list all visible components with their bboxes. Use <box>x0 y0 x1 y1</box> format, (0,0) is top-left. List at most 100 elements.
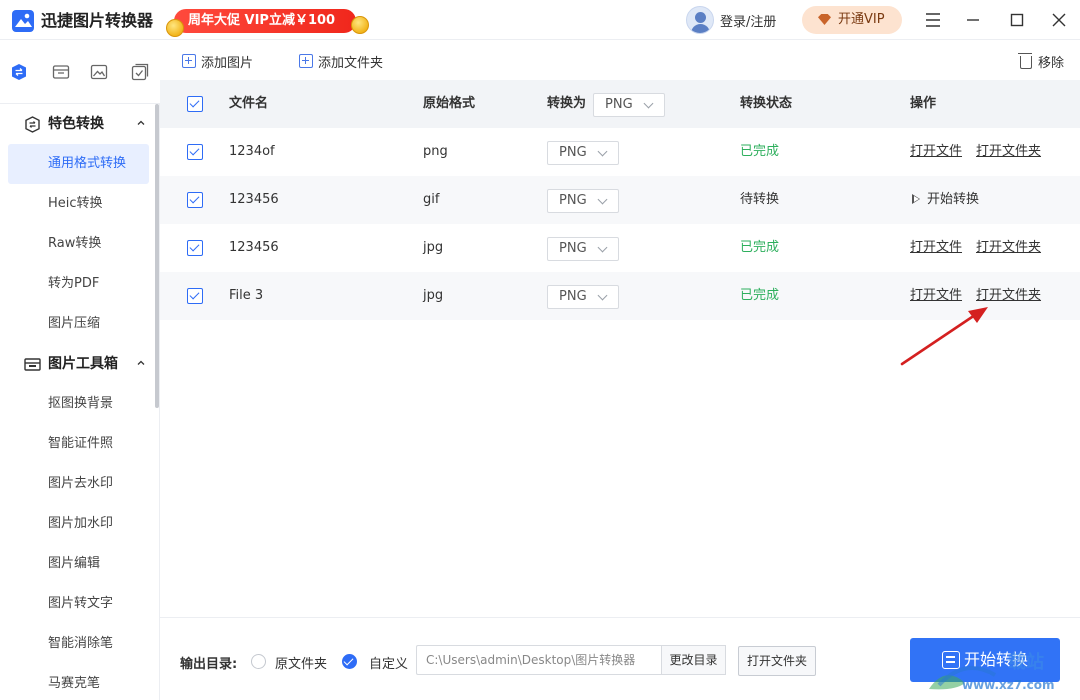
header-filename: 文件名 <box>229 96 269 111</box>
row-filename: 1234of <box>229 144 275 159</box>
trash-icon <box>1017 52 1032 69</box>
sidebar-item-raw[interactable]: Raw转换 <box>8 224 149 264</box>
sidebar-item-pdf[interactable]: 转为PDF <box>8 264 149 304</box>
play-icon <box>912 194 920 204</box>
convert-section-icon <box>25 116 40 133</box>
header-orig-format: 原始格式 <box>423 96 476 111</box>
output-bar: 输出目录: 原文件夹 自定义 C:\Users\admin\Desktop\图片… <box>160 617 1080 700</box>
menu-icon[interactable] <box>921 8 945 32</box>
add-folder-button[interactable]: 添加文件夹 <box>299 52 384 71</box>
change-dir-button[interactable]: 更改目录 <box>661 645 726 675</box>
sidebar-item-id-photo[interactable]: 智能证件照 <box>8 424 149 464</box>
convert-icon <box>942 651 960 669</box>
original-folder-radio[interactable] <box>251 654 266 669</box>
row-target-value: PNG <box>559 193 587 208</box>
row-filename: 123456 <box>229 192 279 207</box>
toolbar: 添加图片 添加文件夹 移除 <box>160 40 1080 80</box>
edit-category-icon[interactable] <box>131 63 149 81</box>
row-checkbox[interactable] <box>187 192 203 208</box>
start-convert-row-button[interactable]: 开始转换 <box>912 176 979 224</box>
chevron-up-icon <box>137 120 145 125</box>
sidebar-item-edit[interactable]: 图片编辑 <box>8 544 149 584</box>
convert-all-select[interactable]: PNG <box>593 93 665 117</box>
table-row: 1234of png PNG 已完成 打开文件 打开文件夹 <box>160 128 1080 176</box>
row-format: jpg <box>423 288 444 303</box>
row-target-select[interactable]: PNG <box>547 141 619 165</box>
sidebar-section-toolbox[interactable]: 图片工具箱 <box>0 344 155 384</box>
table-header: 文件名 原始格式 转换为 PNG 转换状态 操作 <box>160 80 1080 128</box>
add-icon <box>299 54 313 68</box>
login-label: 登录/注册 <box>720 14 777 30</box>
row-format: png <box>423 144 448 159</box>
add-image-button[interactable]: 添加图片 <box>182 52 253 71</box>
header-status: 转换状态 <box>740 96 793 111</box>
row-checkbox[interactable] <box>187 144 203 160</box>
vip-button[interactable]: 开通VIP <box>802 6 902 34</box>
row-filename: 123456 <box>229 240 279 255</box>
chevron-up-icon <box>137 360 145 365</box>
row-checkbox[interactable] <box>187 288 203 304</box>
custom-folder-label[interactable]: 自定义 <box>369 653 408 672</box>
red-arrow-annotation <box>900 307 988 366</box>
sidebar: 特色转换 通用格式转换 Heic转换 Raw转换 转为PDF 图片压缩 图片工具… <box>0 104 160 700</box>
open-folder-link[interactable]: 打开文件夹 <box>976 128 1041 176</box>
sidebar-section-special[interactable]: 特色转换 <box>0 104 155 144</box>
open-output-folder-button[interactable]: 打开文件夹 <box>738 646 816 676</box>
row-status: 已完成 <box>740 240 780 255</box>
coin-icon <box>351 16 369 34</box>
add-icon <box>182 54 196 68</box>
watermark-text: 载站 <box>1008 652 1044 673</box>
select-all-checkbox[interactable] <box>187 96 203 112</box>
maximize-icon[interactable] <box>1005 8 1029 32</box>
sidebar-item-general-convert[interactable]: 通用格式转换 <box>8 144 149 184</box>
chevron-down-icon <box>597 242 608 253</box>
add-folder-label: 添加文件夹 <box>318 55 384 71</box>
custom-folder-radio[interactable] <box>342 654 357 669</box>
output-path-field[interactable]: C:\Users\admin\Desktop\图片转换器 <box>416 645 662 675</box>
sidebar-item-compress[interactable]: 图片压缩 <box>8 304 149 344</box>
row-target-select[interactable]: PNG <box>547 285 619 309</box>
coin-icon <box>166 19 184 37</box>
sidebar-item-eraser[interactable]: 智能消除笔 <box>8 624 149 664</box>
sidebar-item-add-watermark[interactable]: 图片加水印 <box>8 504 149 544</box>
title-bar: 迅捷图片转换器 周年大促 VIP立减￥100 登录/注册 开通VIP <box>0 0 1080 40</box>
convert-category-icon[interactable] <box>10 63 28 81</box>
open-file-link[interactable]: 打开文件 <box>910 224 962 272</box>
sidebar-item-mosaic[interactable]: 马赛克笔 <box>8 664 149 700</box>
toolbox-section-icon <box>24 358 41 371</box>
row-filename: File 3 <box>229 288 264 303</box>
login-button[interactable]: 登录/注册 <box>686 6 776 34</box>
image-category-icon[interactable] <box>90 63 108 81</box>
app-logo-icon <box>12 10 34 32</box>
sidebar-item-ocr[interactable]: 图片转文字 <box>8 584 149 624</box>
promo-banner[interactable]: 周年大促 VIP立减￥100 <box>164 6 372 37</box>
remove-button[interactable]: 移除 <box>1017 52 1064 71</box>
row-target-value: PNG <box>559 241 587 256</box>
row-checkbox[interactable] <box>187 240 203 256</box>
vip-label: 开通VIP <box>838 12 885 27</box>
category-icon-bar <box>0 40 160 104</box>
convert-all-value: PNG <box>605 97 633 112</box>
minimize-icon[interactable] <box>961 8 985 32</box>
open-file-link[interactable]: 打开文件 <box>910 128 962 176</box>
header-action: 操作 <box>910 96 937 111</box>
close-icon[interactable] <box>1047 8 1071 32</box>
chevron-down-icon <box>643 98 654 109</box>
row-target-select[interactable]: PNG <box>547 237 619 261</box>
original-folder-label[interactable]: 原文件夹 <box>275 653 327 672</box>
toolbox-category-icon[interactable] <box>52 63 70 81</box>
open-folder-link[interactable]: 打开文件夹 <box>976 224 1041 272</box>
row-format: gif <box>423 192 440 207</box>
sidebar-item-heic[interactable]: Heic转换 <box>8 184 149 224</box>
row-target-value: PNG <box>559 145 587 160</box>
row-target-select[interactable]: PNG <box>547 189 619 213</box>
remove-label: 移除 <box>1037 55 1064 71</box>
section-title: 特色转换 <box>48 116 104 132</box>
output-dir-label: 输出目录: <box>180 657 238 672</box>
avatar <box>686 6 714 34</box>
start-convert-label: 开始转换 <box>927 192 980 207</box>
sidebar-item-remove-watermark[interactable]: 图片去水印 <box>8 464 149 504</box>
sidebar-item-cutout[interactable]: 抠图换背景 <box>8 384 149 424</box>
sidebar-scrollbar[interactable] <box>155 104 159 408</box>
table-row: 123456 gif PNG 待转换 开始转换 <box>160 176 1080 224</box>
